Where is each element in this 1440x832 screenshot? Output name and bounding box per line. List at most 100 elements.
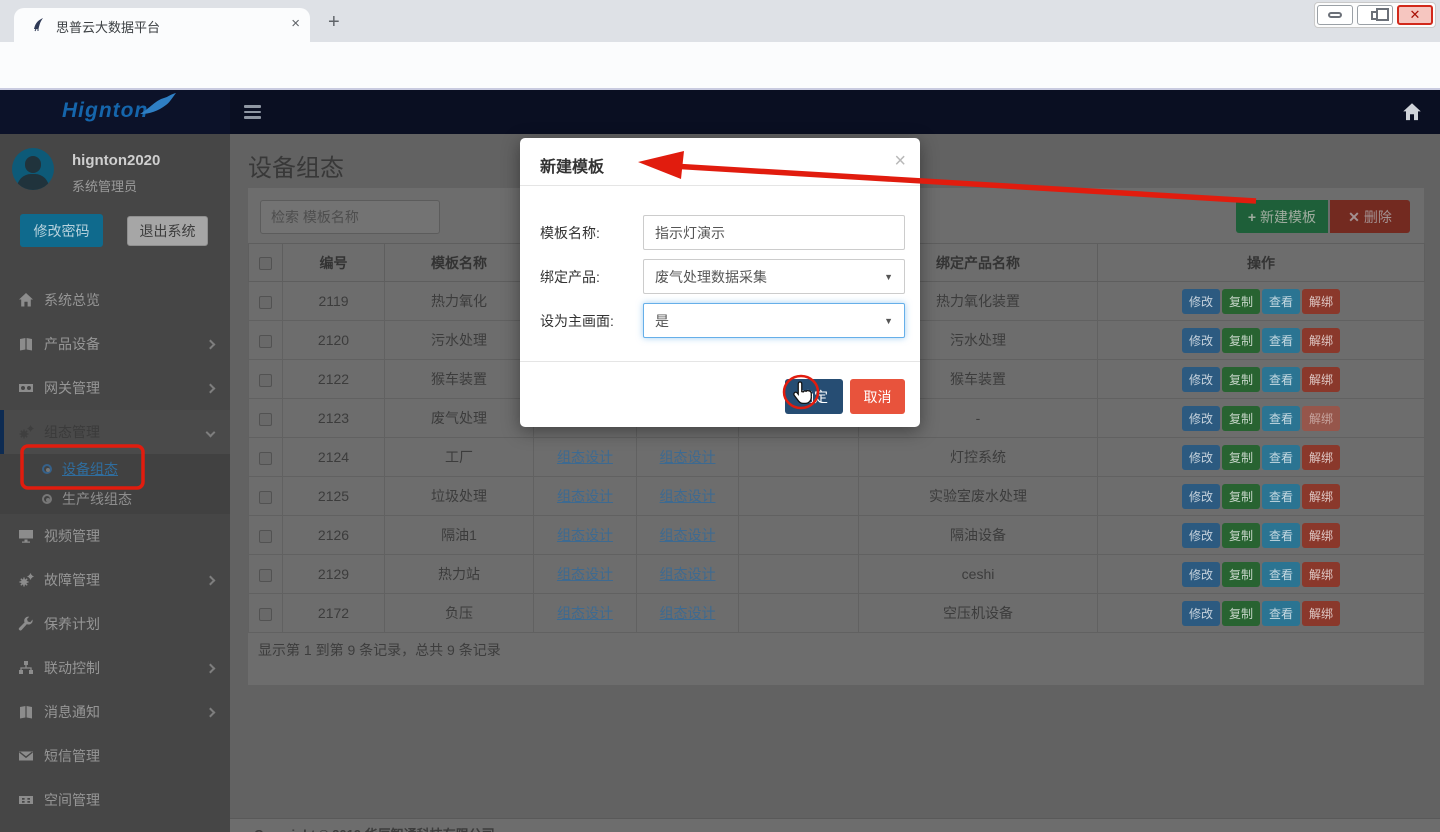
config-design-link[interactable]: 组态设计 xyxy=(557,488,613,504)
op-copy-button[interactable]: 复制 xyxy=(1222,289,1260,314)
op-copy-button[interactable]: 复制 xyxy=(1222,406,1260,431)
tab-close-icon[interactable]: × xyxy=(291,15,300,32)
cell-template-name: 隔油1 xyxy=(385,516,534,555)
config-design-link[interactable]: 组态设计 xyxy=(660,605,716,621)
home-icon[interactable] xyxy=(1402,102,1422,122)
main-screen-label: 设为主画面: xyxy=(540,311,614,331)
op-view-button[interactable]: 查看 xyxy=(1262,406,1300,431)
modal-close-icon[interactable]: × xyxy=(894,150,906,173)
op-copy-button[interactable]: 复制 xyxy=(1222,445,1260,470)
confirm-button[interactable]: 确定 xyxy=(785,379,843,414)
sidebar-item-space[interactable]: 空间管理 xyxy=(0,778,230,822)
row-checkbox[interactable] xyxy=(259,530,272,543)
browser-toolbar: ← → 不安全 | iot.idosp.net/admin/index.html… xyxy=(0,42,1440,88)
op-modify-button[interactable]: 修改 xyxy=(1182,328,1220,353)
op-modify-button[interactable]: 修改 xyxy=(1182,484,1220,509)
op-modify-button[interactable]: 修改 xyxy=(1182,562,1220,587)
op-modify-button[interactable]: 修改 xyxy=(1182,367,1220,392)
window-restore-button[interactable] xyxy=(1357,5,1393,25)
browser-tab[interactable]: 思普云大数据平台 × xyxy=(14,8,310,42)
op-unbind-button[interactable]: 解绑 xyxy=(1302,562,1340,587)
main-screen-select[interactable]: 是 ▼ xyxy=(643,303,905,338)
op-unbind-button[interactable]: 解绑 xyxy=(1302,289,1340,314)
config-design-link[interactable]: 组态设计 xyxy=(557,566,613,582)
bind-product-select[interactable]: 废气处理数据采集 ▼ xyxy=(643,259,905,294)
change-password-button[interactable]: 修改密码 xyxy=(20,214,103,247)
cell-template-name: 垃圾处理 xyxy=(385,477,534,516)
op-unbind-button[interactable]: 解绑 xyxy=(1302,328,1340,353)
op-modify-button[interactable]: 修改 xyxy=(1182,289,1220,314)
gears-icon xyxy=(18,572,34,588)
op-copy-button[interactable]: 复制 xyxy=(1222,367,1260,392)
sidebar-item-system-overview[interactable]: 系统总览 xyxy=(0,278,230,322)
op-unbind-button[interactable]: 解绑 xyxy=(1302,523,1340,548)
cell-id: 2125 xyxy=(283,477,385,516)
op-modify-button[interactable]: 修改 xyxy=(1182,406,1220,431)
cell-template-name: 工厂 xyxy=(385,438,534,477)
op-modify-button[interactable]: 修改 xyxy=(1182,601,1220,626)
select-all-checkbox[interactable] xyxy=(259,257,272,270)
op-view-button[interactable]: 查看 xyxy=(1262,328,1300,353)
op-copy-button[interactable]: 复制 xyxy=(1222,562,1260,587)
new-tab-button[interactable]: + xyxy=(328,12,340,32)
sidebar-item-device-configuration[interactable]: 设备组态 xyxy=(0,454,230,484)
header-template-name: 模板名称 xyxy=(385,244,534,282)
window-controls: ✕ xyxy=(1314,2,1436,28)
window-close-button[interactable]: ✕ xyxy=(1397,5,1433,25)
config-design-link[interactable]: 组态设计 xyxy=(660,449,716,465)
row-checkbox[interactable] xyxy=(259,569,272,582)
cell-product: 隔油设备 xyxy=(859,516,1098,555)
row-checkbox[interactable] xyxy=(259,296,272,309)
sidebar-item-product-device[interactable]: 产品设备 xyxy=(0,322,230,366)
row-checkbox[interactable] xyxy=(259,608,272,621)
row-checkbox[interactable] xyxy=(259,491,272,504)
logout-button[interactable]: 退出系统 xyxy=(127,216,208,246)
op-unbind-button[interactable]: 解绑 xyxy=(1302,367,1340,392)
sidebar-item-maintenance[interactable]: 保养计划 xyxy=(0,602,230,646)
sidebar-item-production-line-configuration[interactable]: 生产线组态 xyxy=(0,484,230,514)
op-copy-button[interactable]: 复制 xyxy=(1222,484,1260,509)
op-view-button[interactable]: 查看 xyxy=(1262,445,1300,470)
op-view-button[interactable]: 查看 xyxy=(1262,484,1300,509)
user-avatar xyxy=(12,148,54,190)
op-unbind-button[interactable]: 解绑 xyxy=(1302,406,1340,431)
row-checkbox[interactable] xyxy=(259,335,272,348)
op-modify-button[interactable]: 修改 xyxy=(1182,445,1220,470)
search-input[interactable] xyxy=(260,200,440,234)
op-copy-button[interactable]: 复制 xyxy=(1222,601,1260,626)
sidebar-item-message-notification[interactable]: 消息通知 xyxy=(0,690,230,734)
config-design-link[interactable]: 组态设计 xyxy=(557,449,613,465)
cancel-button[interactable]: 取消 xyxy=(850,379,905,414)
sidebar-item-sms[interactable]: 短信管理 xyxy=(0,734,230,778)
sidebar-item-linkage-control[interactable]: 联动控制 xyxy=(0,646,230,690)
sidebar-item-configuration[interactable]: 组态管理 xyxy=(0,410,230,454)
new-template-button[interactable]: +新建模板 xyxy=(1236,200,1328,233)
op-unbind-button[interactable]: 解绑 xyxy=(1302,445,1340,470)
config-design-link[interactable]: 组态设计 xyxy=(660,527,716,543)
sidebar-item-video[interactable]: 视频管理 xyxy=(0,514,230,558)
op-view-button[interactable]: 查看 xyxy=(1262,562,1300,587)
op-copy-button[interactable]: 复制 xyxy=(1222,328,1260,353)
op-view-button[interactable]: 查看 xyxy=(1262,523,1300,548)
row-checkbox[interactable] xyxy=(259,452,272,465)
sidebar-item-gateway[interactable]: 网关管理 xyxy=(0,366,230,410)
window-minimize-button[interactable] xyxy=(1317,5,1353,25)
row-checkbox[interactable] xyxy=(259,374,272,387)
delete-button[interactable]: ✕删除 xyxy=(1330,200,1410,233)
row-checkbox[interactable] xyxy=(259,413,272,426)
template-name-input[interactable] xyxy=(643,215,905,250)
op-copy-button[interactable]: 复制 xyxy=(1222,523,1260,548)
config-design-link[interactable]: 组态设计 xyxy=(557,527,613,543)
x-icon: ✕ xyxy=(1348,209,1360,225)
op-modify-button[interactable]: 修改 xyxy=(1182,523,1220,548)
op-view-button[interactable]: 查看 xyxy=(1262,367,1300,392)
op-view-button[interactable]: 查看 xyxy=(1262,601,1300,626)
config-design-link[interactable]: 组态设计 xyxy=(557,605,613,621)
op-view-button[interactable]: 查看 xyxy=(1262,289,1300,314)
op-unbind-button[interactable]: 解绑 xyxy=(1302,484,1340,509)
op-unbind-button[interactable]: 解绑 xyxy=(1302,601,1340,626)
sidebar-item-fault[interactable]: 故障管理 xyxy=(0,558,230,602)
sidebar-toggle-hamburger-icon[interactable] xyxy=(244,105,264,121)
config-design-link[interactable]: 组态设计 xyxy=(660,566,716,582)
config-design-link[interactable]: 组态设计 xyxy=(660,488,716,504)
